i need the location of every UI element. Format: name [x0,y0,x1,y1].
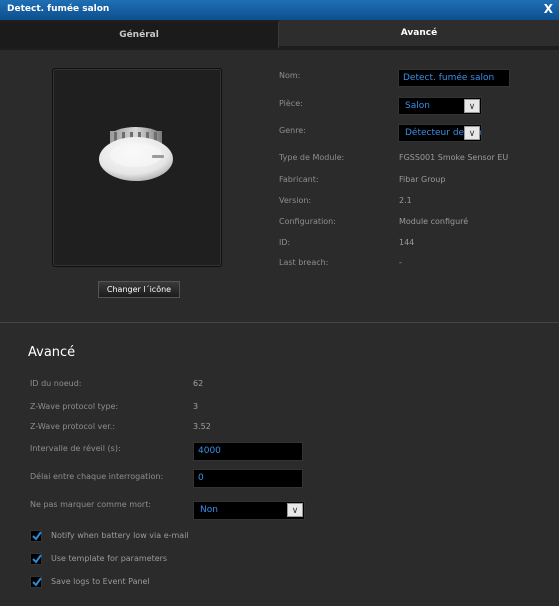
tab-advanced[interactable]: Avancé [279,20,559,46]
poll-delay-label: Délai entre chaque interrogation: [30,472,164,481]
property-value-module-type: FGSS001 Smoke Sensor EU [399,153,509,162]
notify-battery-checkbox[interactable] [30,530,42,542]
property-value-id: 144 [399,238,415,247]
node-id-value: 62 [193,379,204,388]
device-name-input[interactable]: Detect. fumée salon [398,69,510,87]
property-value-version: 2.1 [399,196,412,205]
protocol-type-value: 3 [193,402,199,411]
smoke-sensor-icon [99,127,173,181]
property-label-name: Nom: [279,71,301,80]
tab-general[interactable]: Général [0,22,279,48]
property-label-last-breach: Last breach: [279,258,329,267]
property-label-version: Version: [279,196,312,205]
checkmark-icon [32,577,42,587]
room-select-value: Salon [405,101,430,111]
notify-battery-label: Notify when battery low via e-mail [51,531,189,540]
property-value-configuration: Module configuré [399,217,469,226]
save-logs-checkbox[interactable] [30,576,42,588]
device-icon-panel [52,68,222,267]
kind-select[interactable]: Détecteur de fumée ∨ [398,124,482,142]
property-label-module-type: Type de Module: [279,153,345,162]
node-id-label: ID du noeud: [30,379,82,388]
checkmark-icon [32,554,42,564]
property-label-kind: Genre: [279,126,306,135]
property-label-room: Pièce: [279,99,303,108]
room-select[interactable]: Salon ∨ [398,97,482,115]
window-title: Detect. fumée salon [7,4,110,14]
chevron-down-icon[interactable]: ∨ [464,99,480,113]
mark-dead-select[interactable]: Non ∨ [193,501,305,520]
property-value-manufacturer: Fibar Group [399,175,446,184]
use-template-label: Use template for parameters [51,554,168,563]
property-value-last-breach: - [399,258,402,267]
mark-dead-label: Ne pas marquer comme mort: [30,500,152,509]
chevron-down-icon[interactable]: ∨ [464,126,480,140]
advanced-section-title: Avancé [28,345,76,360]
wake-interval-input[interactable]: 4000 [193,442,303,461]
checkmark-icon [32,531,42,541]
section-divider [0,322,559,323]
change-icon-button[interactable]: Changer l´icône [98,281,180,298]
protocol-version-value: 3.52 [193,422,211,431]
mark-dead-select-value: Non [200,505,218,515]
protocol-type-label: Z-Wave protocol type: [30,402,119,411]
wake-interval-label: Intervalle de réveil (s): [30,444,121,453]
chevron-down-icon[interactable]: ∨ [287,503,303,517]
window-titlebar: Detect. fumée salon X [0,0,559,20]
use-template-checkbox[interactable] [30,553,42,565]
property-label-manufacturer: Fabricant: [279,175,319,184]
save-logs-label: Save logs to Event Panel [51,577,150,586]
close-icon[interactable]: X [544,2,553,16]
poll-delay-input[interactable]: 0 [193,469,303,488]
property-label-configuration: Configuration: [279,217,336,226]
protocol-version-label: Z-Wave protocol ver.: [30,422,116,431]
property-label-id: ID: [279,238,291,247]
